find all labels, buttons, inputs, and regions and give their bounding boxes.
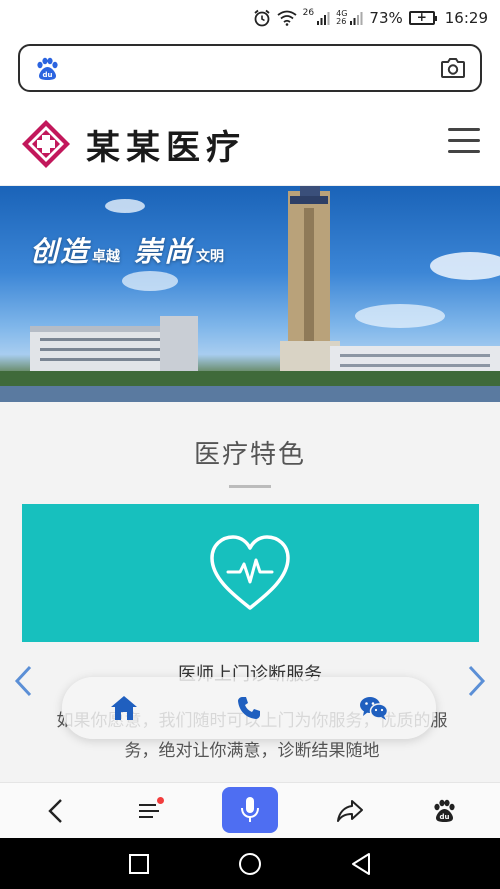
- phone-icon: [237, 697, 260, 719]
- site-header: 某某医疗: [0, 100, 500, 186]
- wechat-icon: [359, 697, 388, 720]
- notification-dot: [157, 797, 164, 804]
- battery-icon: +: [408, 10, 437, 25]
- home-button[interactable]: [84, 683, 164, 733]
- search-input[interactable]: [72, 54, 432, 82]
- network-label-1: 26: [302, 8, 315, 18]
- share-icon: [337, 800, 363, 822]
- signal-icon-2: [350, 12, 363, 25]
- slogan-big-1: 创造: [30, 235, 91, 268]
- list-menu-icon: [139, 804, 159, 818]
- hero-banner[interactable]: 创造 卓越 崇尚 文明: [0, 186, 500, 402]
- back-icon: [48, 799, 62, 823]
- android-nav-bar: [0, 838, 500, 889]
- status-bar: 26 4G 26 73% + 16:29: [0, 0, 500, 36]
- menu-icon[interactable]: [448, 128, 480, 156]
- network-26: 26: [336, 17, 347, 26]
- search-bar[interactable]: du: [18, 44, 482, 92]
- phone-button[interactable]: [209, 683, 289, 733]
- banner-slogan: 创造 卓越 崇尚 文明: [30, 230, 224, 270]
- menu-button[interactable]: [130, 791, 170, 831]
- mic-icon: [241, 797, 259, 822]
- wifi-icon: [277, 10, 297, 26]
- menu-line: [448, 150, 480, 153]
- recents-square-icon[interactable]: [126, 851, 152, 877]
- home-icon: [111, 696, 138, 720]
- network-label-2: 4G 26: [336, 10, 347, 26]
- svg-text:du: du: [440, 813, 450, 821]
- status-icons: 26 4G 26 73% + 16:29: [253, 6, 488, 30]
- baidu-paw-icon[interactable]: du: [34, 56, 60, 82]
- page: 26 4G 26 73% + 16:29 du 某某医疗 创造 卓越 崇尚 文明…: [0, 0, 500, 889]
- camera-icon[interactable]: [440, 56, 466, 80]
- title-divider: [229, 485, 271, 488]
- clock-time: 16:29: [444, 9, 488, 27]
- alarm-icon: [254, 9, 270, 27]
- baidu-home-button[interactable]: du: [424, 791, 464, 831]
- browser-toolbar: du: [0, 782, 500, 838]
- svg-text:du: du: [43, 71, 53, 79]
- menu-line: [448, 139, 480, 142]
- signal-icon-1: [317, 12, 330, 25]
- share-button[interactable]: [330, 791, 370, 831]
- hospital-logo-icon[interactable]: [20, 118, 72, 170]
- slogan-big-2: 崇尚: [134, 235, 195, 268]
- site-title[interactable]: 某某医疗: [86, 120, 246, 169]
- battery-percent: 73%: [369, 9, 403, 27]
- home-circle-icon[interactable]: [237, 851, 263, 877]
- voice-search-button[interactable]: [222, 787, 278, 833]
- banner-illustration: [0, 186, 500, 402]
- section-title: 医疗特色: [193, 440, 306, 470]
- menu-line: [448, 128, 480, 131]
- feature-card[interactable]: [22, 504, 479, 642]
- heart-pulse-icon: [210, 535, 290, 610]
- contact-bar: [62, 677, 436, 739]
- back-button[interactable]: [36, 791, 76, 831]
- baidu-paw-icon: du: [434, 799, 455, 822]
- back-triangle-icon[interactable]: [348, 851, 374, 877]
- slogan-small-1: 卓越: [92, 249, 121, 265]
- wechat-button[interactable]: [334, 683, 414, 733]
- slogan-small-2: 文明: [196, 249, 225, 265]
